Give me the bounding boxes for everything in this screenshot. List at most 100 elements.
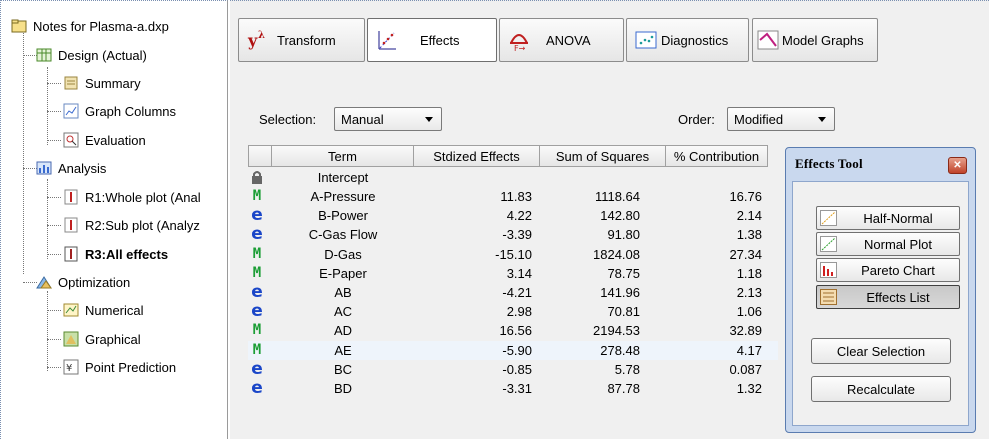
table-row[interactable]: M AE -5.90 278.48 4.17 xyxy=(248,340,778,360)
normal-plot-label: Normal Plot xyxy=(864,236,932,252)
tree-label-evaluation: Evaluation xyxy=(85,132,146,148)
header-sum-of-squares[interactable]: Sum of Squares xyxy=(540,145,666,167)
header-term[interactable]: Term xyxy=(272,145,414,167)
error-term-icon[interactable]: e xyxy=(250,226,264,243)
table-row[interactable]: e AB -4.21 141.96 2.13 xyxy=(248,283,778,302)
cell-stdized-effect: 2.98 xyxy=(506,304,532,320)
tree-item-graphical[interactable]: Graphical xyxy=(63,330,141,348)
tree-label-r3: R3:All effects xyxy=(85,246,169,262)
transform-lambda-icon: yλ xyxy=(247,29,269,51)
grid-corner-header xyxy=(248,145,272,167)
numerical-icon xyxy=(63,302,79,318)
table-row[interactable]: M E-Paper 3.14 78.75 1.18 xyxy=(248,264,778,283)
tree-item-r3[interactable]: R3:All effects xyxy=(63,245,168,263)
cell-term: E-Paper xyxy=(319,265,367,281)
header-percent-contribution[interactable]: % Contribution xyxy=(666,145,768,167)
cell-term: A-Pressure xyxy=(310,189,376,204)
summary-icon xyxy=(63,75,79,91)
chevron-down-icon xyxy=(425,117,433,122)
table-row[interactable]: e BC -0.85 5.78 0.087 xyxy=(248,360,778,379)
half-normal-label: Half-Normal xyxy=(863,210,933,226)
cell-stdized-effect: 11.83 xyxy=(500,189,532,204)
cell-stdized-effect: 3.14 xyxy=(506,265,532,281)
cell-percent-contribution: 32.89 xyxy=(729,323,762,339)
error-term-icon[interactable]: e xyxy=(250,284,264,301)
tab-transform[interactable]: yλ Transform xyxy=(238,18,365,62)
table-row-intercept[interactable]: Intercept xyxy=(248,168,778,187)
error-term-icon[interactable]: e xyxy=(250,303,264,320)
effects-tool-title: Effects Tool xyxy=(795,156,863,171)
tree-label-r2: R2:Sub plot (Analyz xyxy=(85,217,200,233)
table-row[interactable]: e AC 2.98 70.81 1.06 xyxy=(248,302,778,321)
half-normal-button[interactable]: Half-Normal xyxy=(816,206,960,230)
normal-plot-button[interactable]: Normal Plot xyxy=(816,232,960,256)
model-term-icon[interactable]: M xyxy=(250,265,264,281)
model-term-icon[interactable]: M xyxy=(250,323,264,338)
cell-sum-of-squares: 141.96 xyxy=(600,285,640,300)
cell-term: C-Gas Flow xyxy=(308,227,378,243)
lock-icon xyxy=(250,170,264,185)
chevron-down-icon xyxy=(818,117,826,122)
table-row[interactable]: M A-Pressure 11.83 1118.64 16.76 xyxy=(248,187,778,206)
cell-percent-contribution: 2.13 xyxy=(736,285,762,300)
cell-percent-contribution: 16.76 xyxy=(729,189,762,204)
tree-label-analysis: Analysis xyxy=(58,160,107,176)
tree-item-graph-columns[interactable]: Graph Columns xyxy=(63,102,176,120)
close-icon[interactable]: ✕ xyxy=(948,157,967,174)
selection-dropdown[interactable]: Manual xyxy=(334,107,442,131)
cell-stdized-effect: -4.21 xyxy=(502,285,532,300)
tree-item-notes[interactable]: Notes for Plasma-a.dxp xyxy=(11,17,169,35)
tab-model-graphs[interactable]: Model Graphs xyxy=(752,18,878,62)
effects-list-button[interactable]: Effects List xyxy=(816,285,960,309)
table-row[interactable]: M D-Gas -15.10 1824.08 27.34 xyxy=(248,245,778,264)
tree-item-numerical[interactable]: Numerical xyxy=(63,301,144,319)
table-row[interactable]: e B-Power 4.22 142.80 2.14 xyxy=(248,206,778,225)
model-term-icon[interactable]: M xyxy=(250,189,264,204)
cell-sum-of-squares: 2194.53 xyxy=(593,323,640,339)
navigation-tree: Notes for Plasma-a.dxp Design (Actual) S… xyxy=(0,0,228,439)
tree-item-evaluation[interactable]: Evaluation xyxy=(63,131,146,149)
recalculate-button[interactable]: Recalculate xyxy=(811,376,951,402)
point-prediction-icon: ¥ xyxy=(63,359,79,375)
tab-diagnostics[interactable]: Diagnostics xyxy=(626,18,749,62)
cell-sum-of-squares: 78.75 xyxy=(607,265,640,281)
normal-plot-icon xyxy=(820,236,837,252)
cell-percent-contribution: 1.38 xyxy=(736,227,762,243)
tree-label-graphical: Graphical xyxy=(85,331,141,347)
tab-effects[interactable]: Effects xyxy=(367,18,497,62)
pareto-chart-button[interactable]: Pareto Chart xyxy=(816,258,960,282)
tab-anova[interactable]: F→ ANOVA xyxy=(499,18,624,62)
cell-percent-contribution: 4.17 xyxy=(736,342,762,358)
graph-columns-icon xyxy=(63,103,79,119)
cell-stdized-effect: -5.90 xyxy=(502,342,532,358)
tree-label-design: Design (Actual) xyxy=(58,47,147,63)
effects-list-label: Effects List xyxy=(866,289,930,305)
tree-item-summary[interactable]: Summary xyxy=(63,74,141,92)
cell-percent-contribution: 27.34 xyxy=(729,246,762,262)
tree-item-point-prediction[interactable]: ¥ Point Prediction xyxy=(63,358,176,376)
tree-item-analysis[interactable]: Analysis xyxy=(36,159,106,177)
tree-item-optimization[interactable]: Optimization xyxy=(36,273,130,291)
header-stdized-effects[interactable]: Stdized Effects xyxy=(414,145,540,167)
table-row[interactable]: M AD 16.56 2194.53 32.89 xyxy=(248,321,778,340)
tab-label-effects: Effects xyxy=(420,32,460,48)
cell-sum-of-squares: 142.80 xyxy=(600,208,640,224)
selection-value: Manual xyxy=(341,111,384,127)
model-term-icon[interactable]: M xyxy=(250,246,264,262)
tree-item-design[interactable]: Design (Actual) xyxy=(36,46,147,64)
order-dropdown[interactable]: Modified xyxy=(727,107,835,131)
tree-item-r1[interactable]: R1:Whole plot (Anal xyxy=(63,188,201,206)
svg-text:F→: F→ xyxy=(514,44,526,51)
clear-selection-button[interactable]: Clear Selection xyxy=(811,338,951,364)
cell-term: Intercept xyxy=(317,170,369,185)
error-term-icon[interactable]: e xyxy=(250,360,264,377)
cell-percent-contribution: 1.06 xyxy=(736,304,762,320)
tree-label-numerical: Numerical xyxy=(85,302,144,318)
table-row[interactable]: e C-Gas Flow -3.39 91.80 1.38 xyxy=(248,225,778,244)
tree-item-r2[interactable]: R2:Sub plot (Analyz xyxy=(63,216,200,234)
table-row[interactable]: e BD -3.31 87.78 1.32 xyxy=(248,379,778,398)
tab-label-diagnostics: Diagnostics xyxy=(661,32,729,48)
error-term-icon[interactable]: e xyxy=(250,207,264,224)
model-term-icon[interactable]: M xyxy=(250,342,264,358)
error-term-icon[interactable]: e xyxy=(250,380,264,397)
